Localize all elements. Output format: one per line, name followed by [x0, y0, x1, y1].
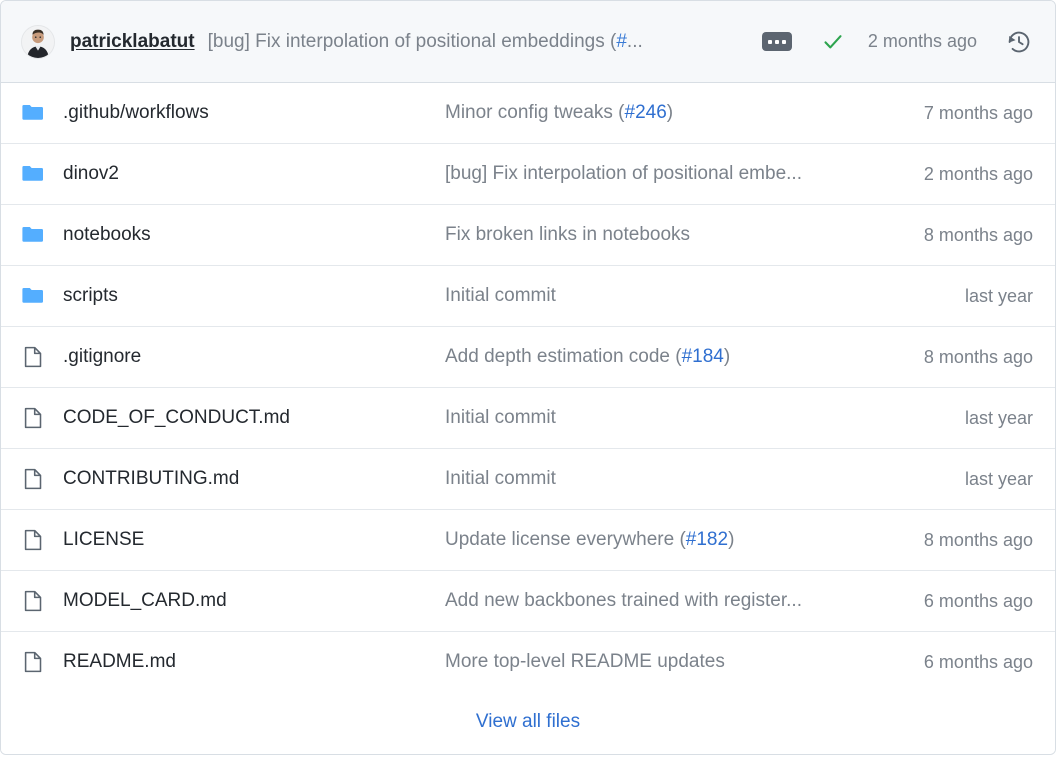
file-name-link[interactable]: LICENSE: [63, 529, 445, 551]
row-commit-time: 8 months ago: [924, 347, 1033, 368]
repository-file-list-panel: patricklabatut [bug] Fix interpolation o…: [0, 0, 1056, 755]
folder-icon: [21, 223, 45, 247]
row-commit-message-text: Add depth estimation code (: [445, 346, 682, 367]
table-row[interactable]: MODEL_CARD.md Add new backbones trained …: [1, 571, 1055, 632]
file-icon: [21, 406, 45, 430]
row-commit-time: 6 months ago: [924, 652, 1033, 673]
row-commit-message-text: Fix broken links in notebooks: [445, 224, 690, 245]
file-name-link[interactable]: CODE_OF_CONDUCT.md: [63, 407, 445, 429]
row-commit-message-tail: ): [724, 346, 730, 367]
file-name-link[interactable]: .gitignore: [63, 346, 445, 368]
header-actions: 2 months ago: [762, 28, 1033, 56]
file-name-link[interactable]: notebooks: [63, 224, 445, 246]
file-icon: [21, 467, 45, 491]
table-row[interactable]: README.md More top-level README updates …: [1, 632, 1055, 693]
latest-commit-header: patricklabatut [bug] Fix interpolation o…: [1, 1, 1055, 83]
file-icon: [21, 650, 45, 674]
folder-icon: [21, 284, 45, 308]
commit-status-check-icon[interactable]: [820, 29, 846, 55]
row-commit-message-text: [bug] Fix interpolation of positional em…: [445, 163, 802, 184]
row-commit-time: 8 months ago: [924, 530, 1033, 551]
table-row[interactable]: .github/workflows Minor config tweaks (#…: [1, 83, 1055, 144]
file-name-link[interactable]: README.md: [63, 651, 445, 673]
file-name-link[interactable]: .github/workflows: [63, 102, 445, 124]
file-icon: [21, 528, 45, 552]
row-commit-message-text: Initial commit: [445, 407, 556, 428]
row-commit-message[interactable]: Initial commit: [445, 468, 949, 490]
row-commit-message-text: Minor config tweaks (: [445, 102, 625, 123]
row-commit-message[interactable]: Initial commit: [445, 407, 949, 429]
row-commit-message-tail: ): [667, 102, 673, 123]
row-commit-time: last year: [965, 286, 1033, 307]
latest-commit-message[interactable]: [bug] Fix interpolation of positional em…: [208, 31, 752, 53]
latest-commit-message-truncation: ...: [627, 31, 643, 52]
table-row[interactable]: CONTRIBUTING.md Initial commit last year: [1, 449, 1055, 510]
row-commit-time: 6 months ago: [924, 591, 1033, 612]
row-commit-time: 8 months ago: [924, 225, 1033, 246]
table-row[interactable]: scripts Initial commit last year: [1, 266, 1055, 327]
file-icon: [21, 345, 45, 369]
row-commit-pr-ref[interactable]: #246: [625, 102, 667, 123]
author-avatar[interactable]: [21, 25, 55, 59]
file-name-link[interactable]: MODEL_CARD.md: [63, 590, 445, 612]
file-icon: [21, 589, 45, 613]
row-commit-time: last year: [965, 469, 1033, 490]
file-name-link[interactable]: scripts: [63, 285, 445, 307]
table-row[interactable]: LICENSE Update license everywhere (#182)…: [1, 510, 1055, 571]
row-commit-pr-ref[interactable]: #182: [686, 529, 728, 550]
row-commit-message[interactable]: Fix broken links in notebooks: [445, 224, 908, 246]
latest-commit-message-text: [bug] Fix interpolation of positional em…: [208, 31, 617, 52]
row-commit-message[interactable]: Minor config tweaks (#246): [445, 102, 908, 124]
row-commit-message-text: More top-level README updates: [445, 651, 725, 672]
row-commit-message[interactable]: More top-level README updates: [445, 651, 908, 673]
table-row[interactable]: CODE_OF_CONDUCT.md Initial commit last y…: [1, 388, 1055, 449]
commit-details-kebab-button[interactable]: [762, 32, 792, 51]
row-commit-message-tail: ): [728, 529, 734, 550]
row-commit-message[interactable]: Add depth estimation code (#184): [445, 346, 908, 368]
row-commit-message[interactable]: Add new backbones trained with register.…: [445, 590, 908, 612]
file-list: .github/workflows Minor config tweaks (#…: [1, 83, 1055, 689]
panel-footer: View all files: [1, 689, 1055, 754]
row-commit-message[interactable]: Update license everywhere (#182): [445, 529, 908, 551]
kebab-dot: [768, 40, 772, 44]
row-commit-pr-ref[interactable]: #184: [682, 346, 724, 367]
row-commit-message-text: Add new backbones trained with register.…: [445, 590, 802, 611]
kebab-dot: [782, 40, 786, 44]
row-commit-message[interactable]: Initial commit: [445, 285, 949, 307]
latest-commit-time[interactable]: 2 months ago: [868, 31, 977, 52]
row-commit-time: 7 months ago: [924, 103, 1033, 124]
file-name-link[interactable]: dinov2: [63, 163, 445, 185]
table-row[interactable]: notebooks Fix broken links in notebooks …: [1, 205, 1055, 266]
row-commit-message[interactable]: [bug] Fix interpolation of positional em…: [445, 163, 908, 185]
latest-commit-pr-ref[interactable]: #: [616, 31, 627, 52]
row-commit-time: last year: [965, 408, 1033, 429]
commit-author-link[interactable]: patricklabatut: [70, 31, 195, 53]
row-commit-message-text: Initial commit: [445, 468, 556, 489]
kebab-dot: [775, 40, 779, 44]
view-all-files-link[interactable]: View all files: [476, 711, 580, 733]
file-name-link[interactable]: CONTRIBUTING.md: [63, 468, 445, 490]
row-commit-message-text: Initial commit: [445, 285, 556, 306]
table-row[interactable]: dinov2 [bug] Fix interpolation of positi…: [1, 144, 1055, 205]
row-commit-time: 2 months ago: [924, 164, 1033, 185]
row-commit-message-text: Update license everywhere (: [445, 529, 686, 550]
history-icon[interactable]: [1005, 28, 1033, 56]
folder-icon: [21, 162, 45, 186]
table-row[interactable]: .gitignore Add depth estimation code (#1…: [1, 327, 1055, 388]
folder-icon: [21, 101, 45, 125]
